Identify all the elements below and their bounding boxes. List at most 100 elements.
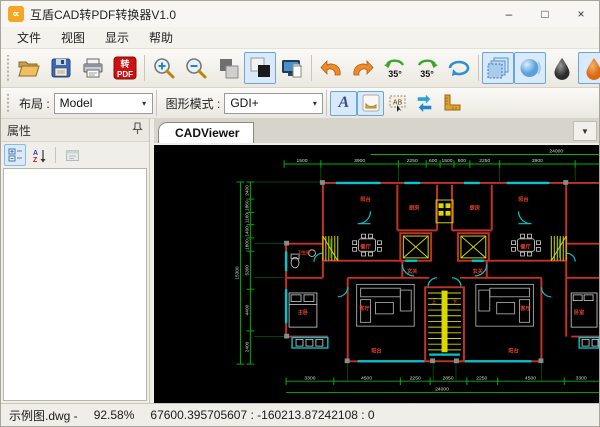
room-label: 厨房 <box>470 205 480 212</box>
rotate-right-35-icon: 35° <box>414 55 440 81</box>
blue-sphere-icon <box>518 56 542 80</box>
dim-text: 1160 <box>244 213 250 223</box>
maximize-button[interactable]: □ <box>527 1 563 27</box>
select-text-button[interactable]: AB <box>384 91 411 116</box>
room-label: 客厅 <box>519 305 530 312</box>
measure-button[interactable] <box>438 91 465 116</box>
show-text-button[interactable]: A <box>330 91 357 116</box>
tab-cadviewer[interactable]: CADViewer <box>158 122 254 143</box>
graphics-mode-value: GDI+ <box>230 96 258 110</box>
save-button[interactable] <box>45 52 77 84</box>
toolbar-separator <box>326 90 327 116</box>
svg-text:A: A <box>33 150 38 157</box>
text-a-icon: A <box>339 94 350 112</box>
room-label: 阳台 <box>508 348 518 355</box>
menu-display[interactable]: 显示 <box>95 27 139 48</box>
svg-text:PDF: PDF <box>117 70 133 79</box>
dim-text: 1800 <box>244 239 250 250</box>
zoom-out-button[interactable] <box>180 52 212 84</box>
room-label: 阳台 <box>518 196 528 203</box>
ruler-icon <box>441 92 463 114</box>
pin-icon[interactable] <box>132 122 143 138</box>
convert-pdf-button[interactable]: 转 PDF <box>109 52 141 84</box>
dim-text: 2400 <box>244 185 250 196</box>
sort-alphabetical-button[interactable]: A Z <box>28 144 50 166</box>
door-arcs <box>314 211 575 296</box>
ink-black-button[interactable] <box>546 52 578 84</box>
svg-text:35°: 35° <box>388 69 402 79</box>
menu-view[interactable]: 视图 <box>51 27 95 48</box>
viewer-area: CADViewer ▼ <box>154 119 599 403</box>
undo-arrow-icon <box>319 56 343 80</box>
room-label: 卫生间 <box>298 249 310 255</box>
render-sphere-button[interactable] <box>514 52 546 84</box>
graphics-mode-select[interactable]: GDI+ ▾ <box>224 93 323 114</box>
main-toolbar: 转 PDF <box>1 49 599 88</box>
stair-label: 上 <box>432 299 437 306</box>
tab-bar: CADViewer ▼ <box>154 119 599 145</box>
layers-button[interactable] <box>482 52 514 84</box>
room-label: 阳台 <box>360 196 370 203</box>
layout-select[interactable]: Model ▾ <box>54 93 153 114</box>
black-drop-icon <box>550 56 574 80</box>
properties-list[interactable] <box>3 168 147 401</box>
monitor-page-icon <box>280 56 304 80</box>
dim-text: 3300 <box>304 375 315 381</box>
room-label: 玄关 <box>473 268 484 275</box>
rotate-right-35-button[interactable]: 35° <box>411 52 443 84</box>
app-window: ∝ 互盾CAD转PDF转换器V1.0 – □ × 文件 视图 显示 帮助 <box>0 0 600 427</box>
print-button[interactable] <box>77 52 109 84</box>
dim-text: 1500 <box>442 158 453 164</box>
rotate-left-35-button[interactable]: 35° <box>379 52 411 84</box>
menu-file[interactable]: 文件 <box>7 27 51 48</box>
dim-text: 2250 <box>410 375 421 381</box>
close-button[interactable]: × <box>563 1 599 27</box>
dim-text: 4500 <box>361 375 372 381</box>
dim-text: 3300 <box>576 375 587 381</box>
svg-text:Z: Z <box>33 157 38 163</box>
screen-view-button[interactable] <box>276 52 308 84</box>
floor-plan-drawing: 24000 1500 3900 2250 600 1500 600 2250 3… <box>154 145 599 403</box>
dim-text: 15300 <box>234 266 240 279</box>
page-corner-icon <box>361 93 381 113</box>
ink-color-button[interactable] <box>578 52 600 84</box>
menu-help[interactable]: 帮助 <box>139 27 183 48</box>
toolbar-separator <box>478 55 479 81</box>
panel-separator <box>55 147 56 163</box>
rotate-cycle-icon <box>446 55 472 81</box>
properties-panel: 属性 A Z <box>1 119 150 403</box>
toolbar-separator <box>311 55 312 81</box>
categorize-button[interactable] <box>4 144 26 166</box>
toolbar-separator <box>156 90 157 116</box>
background-blackwhite-button[interactable] <box>244 52 276 84</box>
toolbar-gripper[interactable] <box>6 93 10 113</box>
dim-text: 1860 <box>244 200 250 211</box>
zoom-in-button[interactable] <box>148 52 180 84</box>
open-file-button[interactable] <box>13 52 45 84</box>
swap-button[interactable] <box>411 91 438 116</box>
dim-text: 1500 <box>296 158 307 164</box>
drawing-canvas[interactable]: 24000 1500 3900 2250 600 1500 600 2250 3… <box>154 145 599 403</box>
options-toolbar: 布局 : Model ▾ 图形模式 : GDI+ ▾ A AB <box>1 88 599 119</box>
stairs-elevators <box>323 200 566 352</box>
status-filename: 示例图.dwg - <box>9 407 78 424</box>
page-corner-button[interactable] <box>357 91 384 116</box>
minimize-button[interactable]: – <box>491 1 527 27</box>
room-label: 阳台 <box>371 348 381 355</box>
property-pages-button[interactable] <box>61 144 83 166</box>
room-label: 客厅 <box>358 305 369 312</box>
chevron-down-icon: ▾ <box>307 99 322 108</box>
toolbar-gripper[interactable] <box>6 55 10 80</box>
undo-button[interactable] <box>315 52 347 84</box>
redo-button[interactable] <box>347 52 379 84</box>
dim-text: 4400 <box>244 304 250 315</box>
menu-bar: 文件 视图 显示 帮助 <box>1 27 599 49</box>
rotate-view-button[interactable] <box>443 52 475 84</box>
tab-list-button[interactable]: ▼ <box>573 121 597 141</box>
orange-drop-icon <box>582 56 600 80</box>
gray-swatch-icon <box>216 56 240 80</box>
background-gray-button[interactable] <box>212 52 244 84</box>
toolbar-separator <box>144 55 145 81</box>
properties-panel-header: 属性 <box>1 119 149 142</box>
layout-select-value: Model <box>60 96 93 110</box>
